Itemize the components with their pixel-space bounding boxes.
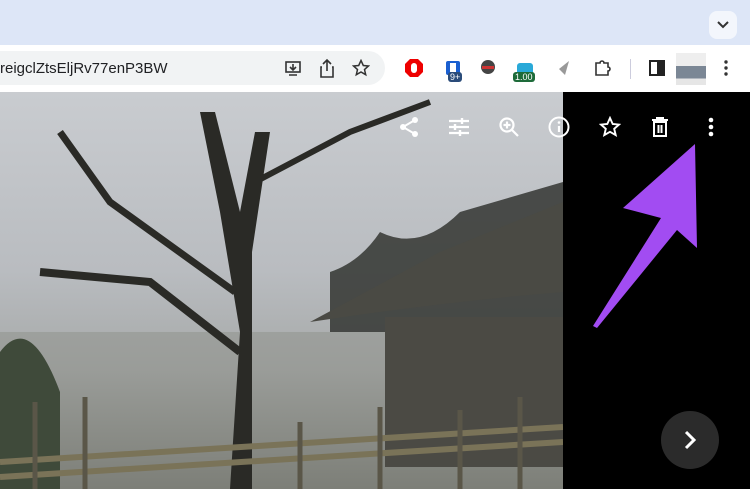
install-app-icon[interactable] [282, 57, 304, 79]
edit-adjust-icon[interactable] [447, 115, 471, 139]
url-text: reigclZtsEljRv77enP3BW [0, 60, 168, 77]
extension-icon-3[interactable]: 1.00 [512, 55, 538, 85]
extensions-puzzle-icon[interactable] [591, 57, 613, 79]
toolbar-divider [630, 59, 631, 79]
bookmark-star-icon[interactable] [350, 57, 372, 79]
annotation-arrow [593, 144, 697, 328]
next-photo-button[interactable] [661, 411, 719, 469]
adblock-extension-icon[interactable] [403, 57, 425, 79]
chevron-down-icon [717, 21, 729, 29]
profile-avatar[interactable] [676, 53, 706, 85]
extension-icon-1[interactable]: 9+ [442, 55, 466, 85]
photo-image [0, 92, 563, 489]
share-page-icon[interactable] [316, 56, 338, 80]
tab-strip [0, 0, 750, 45]
zoom-in-icon[interactable] [497, 115, 521, 139]
browser-menu-icon[interactable] [718, 57, 734, 79]
share-icon[interactable] [397, 115, 421, 139]
chevron-right-icon [684, 430, 697, 450]
extension-badge: 9+ [448, 72, 463, 82]
favorite-star-icon[interactable] [598, 115, 622, 139]
extension-badge: 1.00 [513, 72, 535, 82]
extension-icon-2[interactable] [477, 57, 499, 79]
info-icon[interactable] [547, 115, 571, 139]
trash-icon[interactable] [648, 115, 672, 139]
more-options-icon[interactable] [700, 115, 722, 139]
extension-icon-4[interactable] [553, 57, 575, 79]
photo-scene [0, 99, 563, 489]
side-panel-icon[interactable] [646, 57, 668, 79]
tab-search-button[interactable] [709, 11, 737, 39]
browser-toolbar: reigclZtsEljRv77enP3BW 9+ 1.00 [0, 45, 750, 92]
